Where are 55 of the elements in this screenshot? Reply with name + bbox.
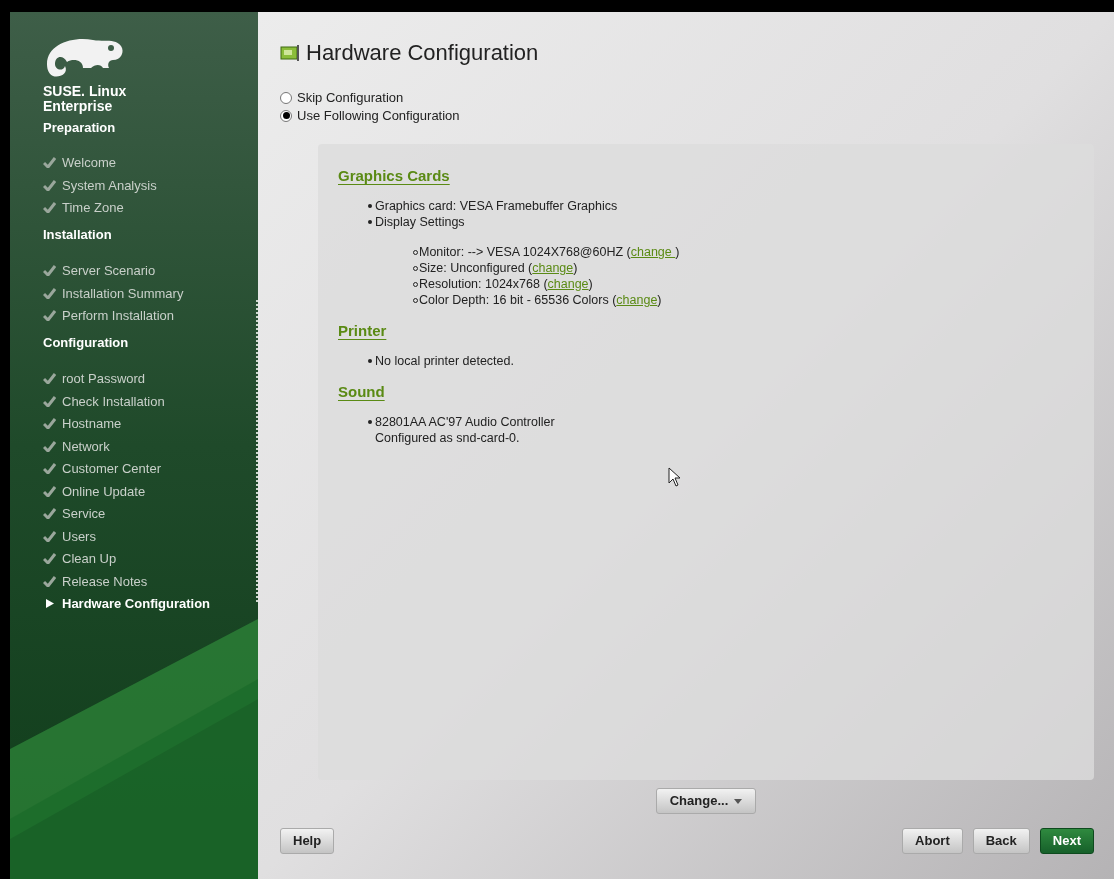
change-link[interactable]: change xyxy=(547,277,589,291)
change-menu-button[interactable]: Change... xyxy=(655,788,757,814)
step-group-title: Installation xyxy=(43,226,113,244)
brand-name: Enterprise xyxy=(43,99,114,114)
dialog-button[interactable]: Next xyxy=(1039,828,1094,854)
step-label: root Password xyxy=(62,370,146,388)
radio-option[interactable]: Skip Configuration xyxy=(280,89,1094,106)
setting-text: Size: Unconfigured (change) xyxy=(419,260,578,276)
dialog-button[interactable]: Abort xyxy=(902,828,963,854)
brand-name: SUSE. Linux xyxy=(43,84,128,99)
bullet-icon xyxy=(368,420,372,424)
bullet-text: Configured as snd-card-0. xyxy=(375,430,521,446)
step-label: Installation Summary xyxy=(62,284,184,303)
caret-icon xyxy=(734,798,743,804)
hardware-card-icon xyxy=(280,43,300,62)
bullet-text: No local printer detected. xyxy=(375,353,514,369)
bullet-text: Display Settings xyxy=(375,214,465,230)
step-label: Perform Installation xyxy=(62,307,174,325)
bullet-text: Graphics card: VESA Framebuffer Graphics xyxy=(375,198,618,214)
step-label: Users xyxy=(62,527,96,546)
step-label: System Analysis xyxy=(62,176,157,195)
step-group-title: Preparation xyxy=(43,119,117,137)
step-label: Welcome xyxy=(62,154,116,172)
step-label: Time Zone xyxy=(62,199,124,217)
radio-button[interactable] xyxy=(280,109,292,122)
step-label: Release Notes xyxy=(62,572,148,591)
setting-text: Resolution: 1024x768 (change) xyxy=(419,276,593,292)
bullet-icon xyxy=(368,204,372,208)
section-heading-link[interactable]: Sound xyxy=(338,381,385,404)
dialog-button[interactable]: Help xyxy=(280,828,335,854)
bullet-icon xyxy=(368,220,372,224)
dialog-button[interactable]: Back xyxy=(972,828,1030,854)
radio-button[interactable] xyxy=(280,91,292,104)
step-label: Hardware Configuration xyxy=(62,595,211,613)
step-label: Clean Up xyxy=(62,550,117,568)
bullet-icon xyxy=(368,359,372,363)
step-group-title: Configuration xyxy=(43,334,130,352)
mouse-pointer-icon xyxy=(668,467,682,487)
step-label: Server Scenario xyxy=(62,262,156,280)
radio-option[interactable]: Use Following Configuration xyxy=(280,107,1094,124)
step-label: Customer Center xyxy=(62,460,161,478)
step-label: Online Update xyxy=(62,482,146,501)
step-label: Hostname xyxy=(62,415,122,433)
section-heading-link[interactable]: Graphics Cards xyxy=(338,165,450,188)
change-link[interactable]: change xyxy=(630,245,676,259)
change-link[interactable]: change xyxy=(532,261,574,275)
step-label: Service xyxy=(62,505,106,523)
step-label: Network xyxy=(62,437,110,456)
setting-text: Monitor: --> VESA 1024X768@60HZ (change ) xyxy=(419,244,680,260)
bullet-text: 82801AA AC'97 Audio Controller xyxy=(375,414,555,430)
page-title: Hardware Configuration xyxy=(306,39,539,67)
step-label: Check Installation xyxy=(62,392,165,411)
change-link[interactable]: change xyxy=(616,293,658,307)
section-heading-link[interactable]: Printer xyxy=(338,320,387,343)
setting-text: Color Depth: 16 bit - 65536 Colors (change) xyxy=(419,292,662,308)
